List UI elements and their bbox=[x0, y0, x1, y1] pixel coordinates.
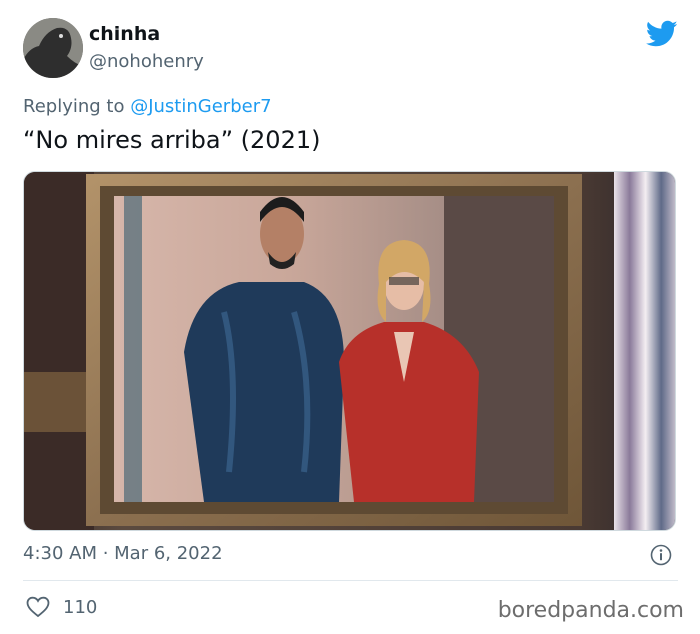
divider bbox=[23, 580, 678, 581]
watermark: boredpanda.com bbox=[497, 598, 684, 623]
info-icon[interactable] bbox=[650, 544, 672, 566]
avatar-image bbox=[23, 18, 83, 78]
heart-icon[interactable] bbox=[26, 596, 50, 618]
avatar[interactable] bbox=[23, 18, 83, 78]
author-handle[interactable]: @nohohenry bbox=[89, 51, 204, 72]
tweet-photo bbox=[24, 172, 675, 530]
reply-prefix: Replying to bbox=[23, 96, 131, 117]
author-name[interactable]: chinha bbox=[89, 23, 160, 45]
twitter-bird-icon[interactable] bbox=[646, 20, 678, 48]
reply-context: Replying to @JustinGerber7 bbox=[23, 96, 272, 117]
tweet-text: “No mires arriba” (2021) bbox=[23, 126, 321, 154]
like-count[interactable]: 110 bbox=[63, 597, 97, 618]
tweet-timestamp[interactable]: 4:30 AM · Mar 6, 2022 bbox=[23, 543, 223, 564]
reply-handle-link[interactable]: @JustinGerber7 bbox=[130, 96, 271, 117]
tweet-media[interactable] bbox=[23, 171, 676, 531]
